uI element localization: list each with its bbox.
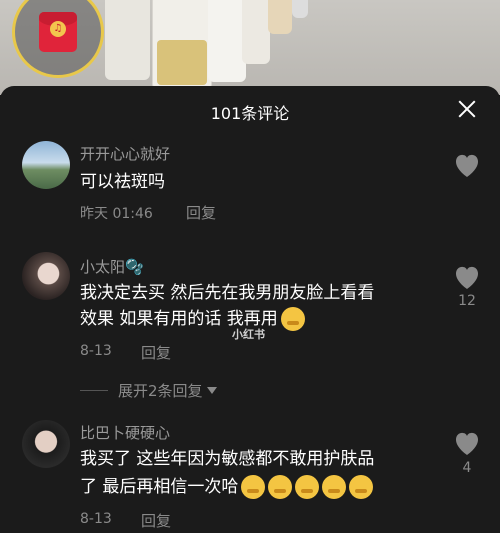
product-bottle [292, 0, 308, 18]
video-background[interactable]: ♫ [0, 0, 500, 95]
product-bottle [105, 0, 150, 80]
expand-replies-label: 展开2条回复 [118, 382, 203, 400]
comments-count-title: 101条评论 [210, 104, 290, 123]
reply-button[interactable]: 回复 [141, 342, 171, 363]
product-bottle [242, 0, 270, 64]
comment-username[interactable]: 比巴卜硬硬心 [80, 422, 170, 443]
red-envelope-button[interactable]: ♫ [12, 0, 104, 78]
product-bottle [152, 0, 212, 90]
comment-time: 8-13 [80, 343, 112, 359]
avatar[interactable] [22, 141, 70, 189]
heart-icon[interactable] [454, 154, 480, 178]
emoji-icon [349, 475, 374, 499]
caret-down-icon [206, 387, 217, 394]
watermark-text: 小红书 [232, 328, 265, 341]
comment-text-line: 我买了 这些年因为敏感都不敢用护肤品 [80, 449, 375, 469]
comment-text-line: 我决定去买 然后先在我男朋友脸上看看 [80, 283, 375, 303]
comment-username[interactable]: 小太阳🫧 [80, 256, 144, 277]
emoji-icon [241, 475, 266, 499]
expand-replies-button[interactable]: 展开2条回复 [80, 380, 217, 401]
divider-line [80, 390, 108, 391]
thinking-emoji-icon [280, 307, 305, 331]
avatar[interactable] [22, 420, 70, 468]
screen: ♫ 101条评论 开开心心就好 可以祛斑吗 昨天 01:46 回复 小太阳🫧 我… [0, 0, 500, 533]
like-count: 4 [462, 460, 472, 476]
comments-sheet: 101条评论 开开心心就好 可以祛斑吗 昨天 01:46 回复 小太阳🫧 我决定… [0, 86, 500, 533]
avatar[interactable] [22, 252, 70, 300]
reply-button[interactable]: 回复 [141, 510, 171, 531]
product-bottle [268, 0, 292, 34]
comment-text-line: 了 最后再相信一次哈 [80, 474, 425, 500]
comment-username[interactable]: 开开心心就好 [80, 143, 170, 164]
comment-text-fragment: 了 最后再相信一次哈 [80, 477, 239, 497]
heart-icon[interactable] [454, 432, 480, 456]
comment-time: 8-13 [80, 511, 112, 527]
red-envelope-icon: ♫ [39, 12, 77, 52]
comment-time: 昨天 01:46 [80, 206, 153, 222]
emoji-icon [268, 475, 293, 499]
reply-button[interactable]: 回复 [186, 202, 216, 223]
close-icon[interactable] [456, 98, 478, 120]
comment-text: 可以祛斑吗 [80, 172, 165, 192]
heart-icon[interactable] [454, 266, 480, 290]
product-bottle [208, 0, 246, 82]
emoji-icon [322, 475, 347, 499]
like-count: 12 [458, 293, 476, 309]
emoji-icon [295, 475, 320, 499]
